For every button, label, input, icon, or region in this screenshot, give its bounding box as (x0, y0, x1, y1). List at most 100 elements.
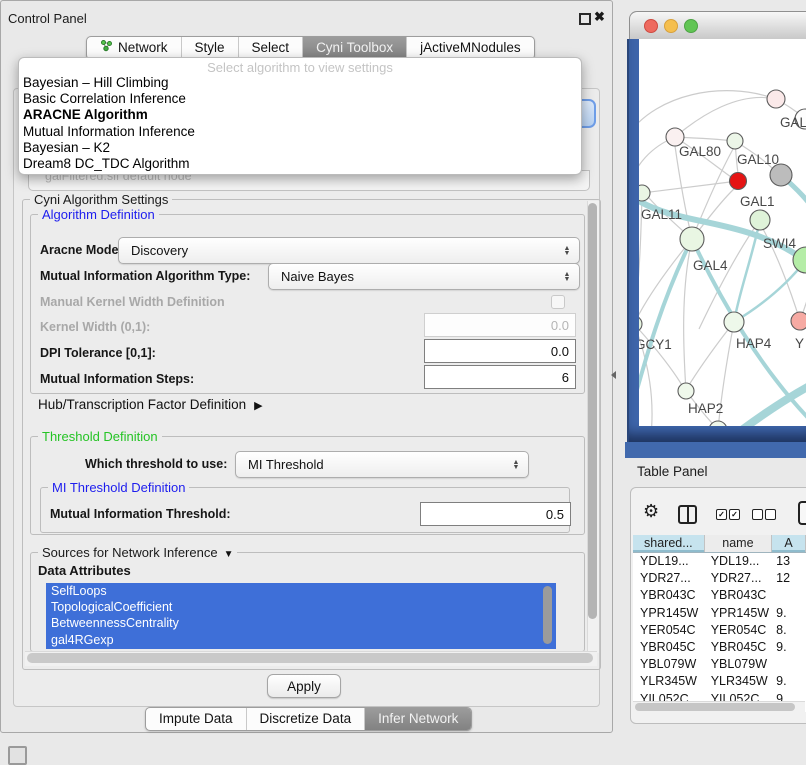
tab-cyni-toolbox[interactable]: Cyni Toolbox (303, 37, 407, 59)
attribute-item-selfloops[interactable]: SelfLoops (46, 583, 556, 599)
network-node-gal10[interactable] (727, 133, 743, 149)
settings-vertical-scrollbar-thumb[interactable] (588, 203, 597, 619)
hub-definition-label: Hub/Transcription Factor Definition (38, 397, 246, 412)
algorithm-option-mutual-information-inference[interactable]: Mutual Information Inference (23, 124, 573, 140)
network-node-gcy1[interactable] (639, 316, 642, 332)
float-window-icon[interactable] (579, 13, 591, 25)
column-header-name[interactable]: name (705, 535, 772, 552)
checked-box-icon[interactable]: ✓ (716, 509, 727, 520)
table-row[interactable]: YBR043CYBR043C (633, 587, 806, 604)
algorithm-definition-title: Algorithm Definition (38, 207, 159, 222)
table-row[interactable]: YPR145WYPR145W9. (633, 605, 806, 622)
network-edge (675, 146, 692, 239)
network-node-label: Y (795, 336, 804, 351)
tab-label: Infer Network (378, 708, 458, 730)
algorithm-option-dream8-dc-tdc-algorithm[interactable]: Dream8 DC_TDC Algorithm (23, 156, 573, 172)
table-settings-gear-icon[interactable]: ⚙ (643, 501, 659, 522)
network-node-label: GAL80 (679, 144, 721, 159)
table-row[interactable]: YBR045CYBR045C9. (633, 639, 806, 656)
mi-steps-field[interactable]: 6 (424, 365, 576, 389)
table-cell: YBL079W (633, 656, 705, 673)
column-header-a[interactable]: A (772, 535, 806, 552)
mi-threshold-label: Mutual Information Threshold: (50, 507, 231, 521)
network-node-label: GAL1 (740, 194, 775, 209)
unchecked-box-icon[interactable] (765, 509, 776, 520)
algorithm-option-aracne-algorithm[interactable]: ARACNE Algorithm (23, 107, 573, 123)
hub-definition-expander[interactable]: Hub/Transcription Factor Definition ▶ (38, 397, 263, 412)
settings-horizontal-scrollbar-thumb[interactable] (27, 653, 593, 663)
table-cell: YER054C (633, 622, 705, 639)
tab-infer-network[interactable]: Infer Network (365, 708, 471, 730)
sources-title[interactable]: Sources for Network Inference ▼ (38, 545, 237, 560)
algorithm-option-basic-correlation-inference[interactable]: Basic Correlation Inference (23, 91, 573, 107)
table-row[interactable]: YBL079WYBL079W (633, 656, 806, 673)
tab-impute-data[interactable]: Impute Data (146, 708, 247, 730)
mi-threshold-field[interactable]: 0.5 (420, 502, 571, 526)
table-row[interactable]: YDL19...YDL19...13 (633, 553, 806, 570)
collapsed-panel-icon[interactable] (8, 746, 27, 765)
unchecked-box-icon[interactable] (752, 509, 763, 520)
node-table[interactable]: shared...nameA YDL19...YDL19...13YDR27..… (633, 535, 806, 712)
minimize-traffic-light[interactable] (664, 19, 678, 33)
table-horizontal-scrollbar-thumb[interactable] (635, 703, 795, 711)
network-node[interactable] (709, 421, 727, 426)
table-cell: 9. (772, 639, 806, 656)
checked-box-icon[interactable]: ✓ (729, 509, 740, 520)
kernel-width-label: Kernel Width (0,1): (40, 320, 150, 334)
spinner-arrows-icon: ▲▼ (559, 272, 579, 282)
algorithm-option-bayesian-k2[interactable]: Bayesian – K2 (23, 140, 573, 156)
network-node-swi4[interactable] (750, 210, 770, 230)
attribute-item-gal4rgexp[interactable]: gal4RGexp (46, 632, 556, 648)
panel-splitter-arrow[interactable] (611, 371, 616, 379)
mi-algorithm-type-select[interactable]: Naive Bayes ▲▼ (268, 263, 580, 290)
which-threshold-select[interactable]: MI Threshold ▲▼ (235, 451, 529, 478)
network-node-label: SWI4 (763, 236, 796, 251)
tab-style[interactable]: Style (182, 37, 239, 59)
expand-right-icon[interactable]: ▶ (254, 400, 262, 412)
network-node-hap2[interactable] (678, 383, 694, 399)
attribute-item-betweennesscentrality[interactable]: BetweennessCentrality (46, 615, 556, 631)
close-window-icon[interactable]: ✖ (594, 9, 605, 25)
table-row[interactable]: YDR27...YDR27...12 (633, 570, 806, 587)
apply-button[interactable]: Apply (267, 674, 341, 698)
tab-discretize-data[interactable]: Discretize Data (247, 708, 366, 730)
table-row[interactable]: YLR345WYLR345W9. (633, 673, 806, 690)
data-attributes-list[interactable]: SelfLoopsTopologicalCoefficientBetweenne… (46, 583, 556, 649)
network-node-hap4[interactable] (724, 312, 744, 332)
dpi-tolerance-field[interactable]: 0.0 (424, 339, 576, 363)
partial-toolbar-icon[interactable] (798, 501, 806, 525)
network-canvas[interactable]: GALGAL80GAL10GAL1GAL11SWI4GAL4GCY1HAP4YH… (639, 39, 806, 426)
network-node-y[interactable] (791, 312, 806, 330)
network-icon (100, 37, 113, 59)
network-node-gal[interactable] (767, 90, 785, 108)
aracne-mode-select[interactable]: Discovery ▲▼ (118, 237, 580, 264)
algorithm-option-bayesian-hill-climbing[interactable]: Bayesian – Hill Climbing (23, 75, 573, 91)
sources-title-label: Sources for Network Inference (42, 545, 218, 560)
collapse-down-icon[interactable]: ▼ (224, 549, 234, 560)
tab-select[interactable]: Select (239, 37, 304, 59)
mi-threshold-value: 0.5 (546, 507, 564, 522)
network-node[interactable] (770, 164, 792, 186)
attributes-scrollbar-thumb[interactable] (543, 586, 552, 644)
column-header-shared[interactable]: shared... (633, 535, 705, 552)
network-node-label: GAL4 (693, 258, 728, 273)
table-row[interactable]: YER054CYER054C8. (633, 622, 806, 639)
spinner-arrows-icon: ▲▼ (508, 460, 528, 470)
attribute-item-topologicalcoefficient[interactable]: TopologicalCoefficient (46, 599, 556, 615)
network-node-gal4[interactable] (680, 227, 704, 251)
split-columns-icon[interactable] (678, 505, 697, 524)
tab-jactivemnodules[interactable]: jActiveMNodules (407, 37, 534, 59)
mi-algorithm-type-value: Naive Bayes (269, 269, 559, 284)
table-cell: YBR045C (633, 639, 705, 656)
tab-network[interactable]: Network (87, 37, 182, 59)
network-node-label: GCY1 (639, 337, 672, 352)
table-cell: YPR145W (633, 605, 705, 622)
network-node-gal1[interactable] (730, 173, 747, 190)
aracne-mode-value: Discovery (119, 243, 559, 258)
network-node-gal11[interactable] (639, 185, 650, 201)
cyni-algorithm-settings-title: Cyni Algorithm Settings (30, 192, 172, 207)
close-traffic-light[interactable] (644, 19, 658, 33)
table-header-row: shared...nameA (633, 535, 806, 553)
desktop-background (625, 442, 806, 458)
zoom-traffic-light[interactable] (684, 19, 698, 33)
